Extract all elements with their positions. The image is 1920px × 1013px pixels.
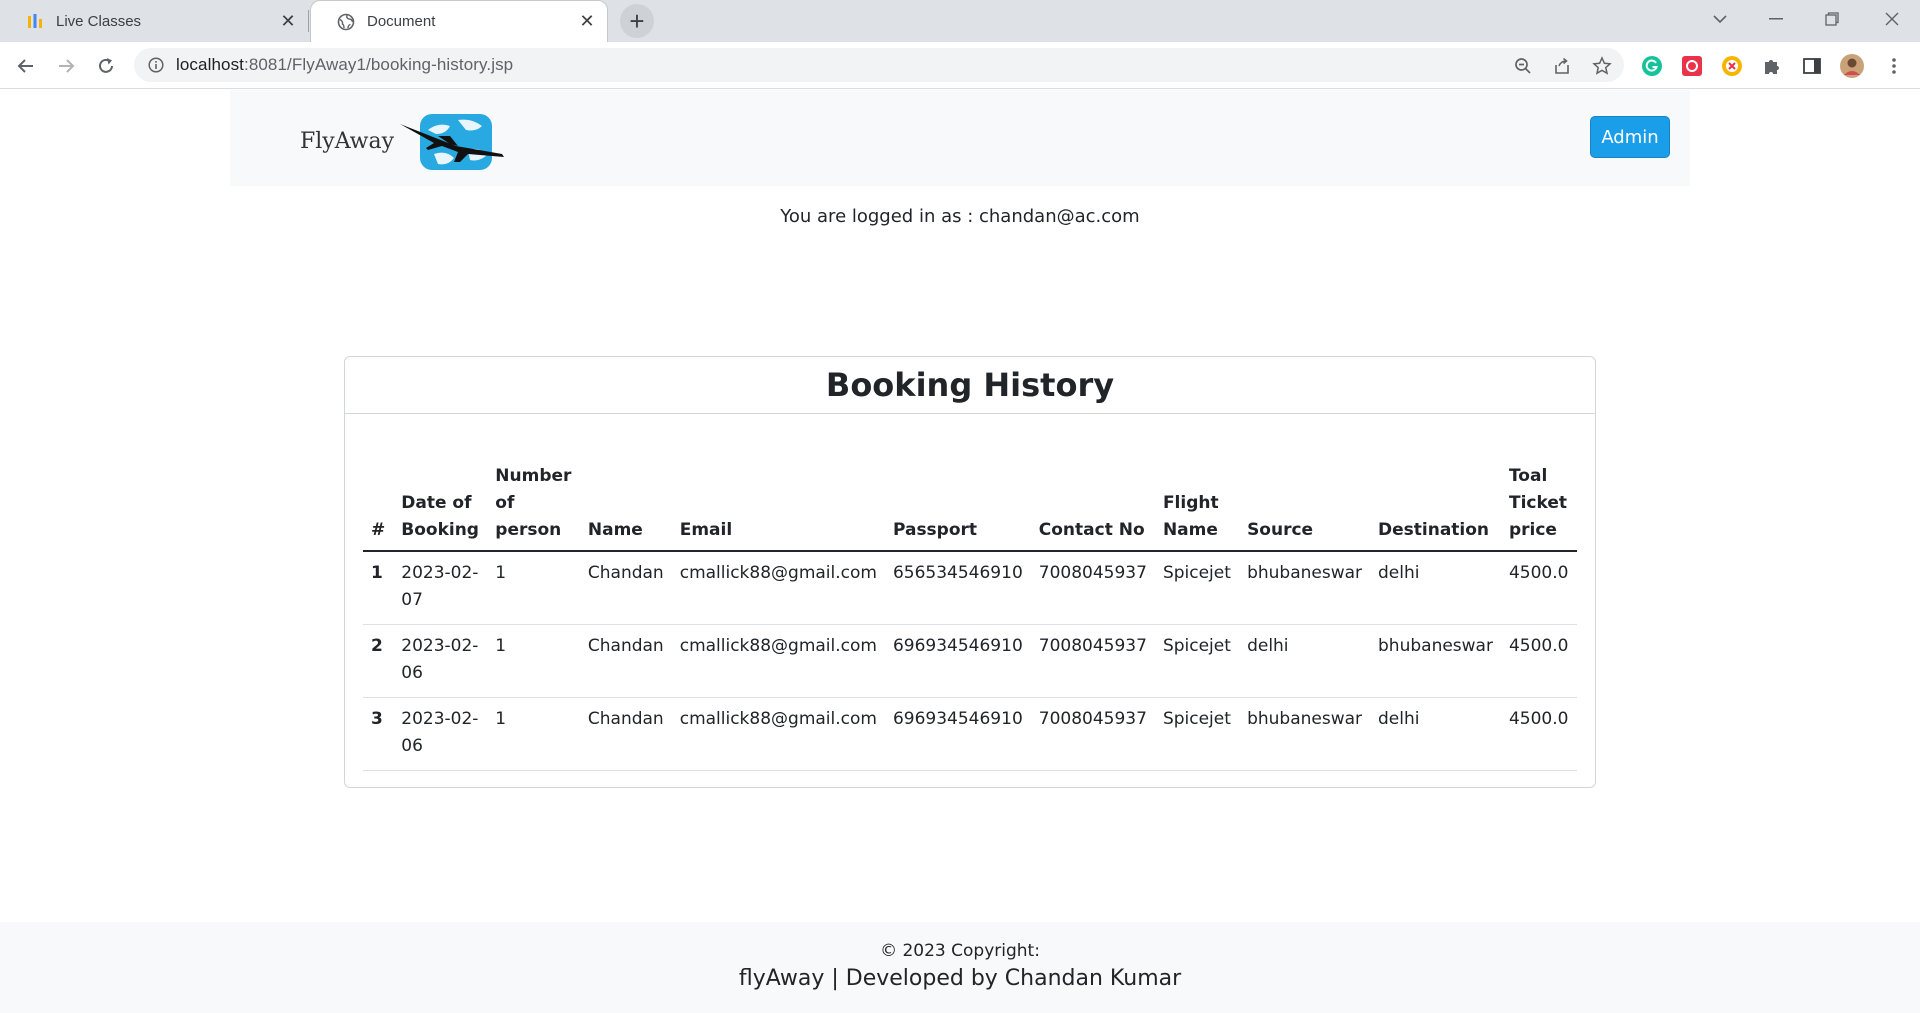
close-window-button[interactable] [1864, 0, 1920, 38]
zoom-icon[interactable] [1507, 50, 1539, 82]
passport-number: 696934546910 [884, 624, 1031, 698]
destination-city: delhi [1370, 697, 1501, 771]
contact-number: 7008045937 [1030, 697, 1155, 771]
flight-name: Spicejet [1154, 624, 1240, 698]
table-row: 1 2023-02-07 1 Chandan cmallick88@gmail.… [363, 551, 1577, 625]
page-title: Booking History [825, 366, 1115, 404]
tab-document[interactable]: Document ✕ [310, 0, 608, 42]
tab-title: Document [367, 13, 436, 30]
passenger-email: cmallick88@gmail.com [671, 697, 885, 771]
side-panel-icon[interactable] [1798, 52, 1826, 80]
back-button[interactable] [10, 50, 42, 82]
booking-date: 2023-02-06 [393, 624, 488, 698]
booking-history-table: # Date of Booking Number of person Name … [363, 431, 1577, 771]
close-icon[interactable]: ✕ [278, 11, 298, 31]
globe-icon [337, 13, 355, 30]
column-header: Date of Booking [393, 431, 488, 552]
contact-number: 7008045937 [1030, 551, 1155, 625]
brand-name: FlyAway [300, 128, 395, 154]
destination-city: delhi [1370, 551, 1501, 625]
site-navbar: FlyAway Admin [230, 90, 1690, 186]
grammarly-icon[interactable] [1638, 52, 1666, 80]
column-header: Contact No [1030, 431, 1155, 552]
reload-button[interactable] [90, 50, 122, 82]
restore-button[interactable] [1804, 0, 1860, 38]
column-header: Email [671, 431, 885, 552]
card-header: Booking History [345, 357, 1595, 414]
column-header: Flight Name [1154, 431, 1240, 552]
share-icon[interactable] [1546, 50, 1578, 82]
person-count: 1 [487, 624, 580, 698]
destination-city: bhubaneswar [1370, 624, 1501, 698]
logged-in-status: You are logged in as : chandan@ac.com [780, 206, 1140, 227]
browser-tab-strip: Live Classes ✕ Document ✕ + [0, 0, 1920, 42]
contact-number: 7008045937 [1030, 624, 1155, 698]
passport-number: 696934546910 [884, 697, 1031, 771]
source-city: bhubaneswar [1239, 551, 1371, 625]
column-header: Name [579, 431, 672, 552]
site-footer: © 2023 Copyright: flyAway | Developed by… [0, 922, 1920, 1013]
chrome-menu-icon[interactable] [1880, 52, 1908, 80]
column-header: Toal Ticket price [1500, 431, 1577, 552]
table-row: 2 2023-02-06 1 Chandan cmallick88@gmail.… [363, 624, 1577, 698]
column-header: # [363, 431, 394, 552]
table-row: 3 2023-02-06 1 Chandan cmallick88@gmail.… [363, 697, 1577, 771]
passenger-email: cmallick88@gmail.com [671, 624, 885, 698]
column-header: Source [1239, 431, 1371, 552]
flight-name: Spicejet [1154, 697, 1240, 771]
bookmark-star-icon[interactable] [1586, 50, 1618, 82]
passenger-email: cmallick88@gmail.com [671, 551, 885, 625]
table-header-row: # Date of Booking Number of person Name … [363, 431, 1577, 552]
profile-avatar[interactable] [1838, 52, 1866, 80]
page-content: FlyAway Admin You are logged in as : cha… [0, 90, 1920, 1013]
url-host: localhost [176, 55, 244, 74]
developer-credit: flyAway | Developed by Chandan Kumar [738, 966, 1182, 991]
ticket-price: 4500.0 [1500, 624, 1577, 698]
admin-button[interactable]: Admin [1590, 116, 1670, 158]
url-text[interactable]: localhost:8081/FlyAway1/booking-history.… [176, 55, 513, 75]
passenger-name: Chandan [579, 697, 672, 771]
new-tab-button[interactable]: + [620, 4, 654, 38]
ticket-price: 4500.0 [1500, 697, 1577, 771]
row-index: 3 [363, 697, 394, 771]
column-header: Destination [1370, 431, 1501, 552]
airplane-globe-logo-icon [400, 114, 505, 170]
booking-history-card: Booking History # Date of Booking Number… [344, 356, 1596, 788]
recorder-extension-icon[interactable] [1678, 52, 1706, 80]
minimize-button[interactable] [1748, 0, 1804, 38]
tab-live-classes[interactable]: Live Classes ✕ [0, 0, 308, 42]
column-header: Number of person [487, 431, 580, 552]
info-icon[interactable] [148, 57, 164, 73]
passenger-name: Chandan [579, 551, 672, 625]
booking-date: 2023-02-06 [393, 697, 488, 771]
ticket-price: 4500.0 [1500, 551, 1577, 625]
row-index: 1 [363, 551, 394, 625]
brand[interactable]: FlyAway [300, 110, 510, 172]
booking-date: 2023-02-07 [393, 551, 488, 625]
extensions-puzzle-icon[interactable] [1758, 52, 1786, 80]
tab-search-chevron-icon[interactable] [1692, 0, 1748, 38]
bar-chart-icon [28, 14, 42, 28]
address-bar[interactable]: localhost:8081/FlyAway1/booking-history.… [134, 48, 1624, 82]
browser-toolbar: localhost:8081/FlyAway1/booking-history.… [0, 42, 1920, 89]
row-index: 2 [363, 624, 394, 698]
tab-separator [308, 10, 309, 32]
tab-title: Live Classes [56, 12, 142, 30]
person-count: 1 [487, 551, 580, 625]
column-header: Passport [884, 431, 1031, 552]
passport-number: 656534546910 [884, 551, 1031, 625]
passenger-name: Chandan [579, 624, 672, 698]
url-path: :8081/FlyAway1/booking-history.jsp [244, 55, 514, 74]
copyright-text: © 2023 Copyright: [880, 941, 1040, 961]
source-city: bhubaneswar [1239, 697, 1371, 771]
coupon-extension-icon[interactable] [1718, 52, 1746, 80]
source-city: delhi [1239, 624, 1371, 698]
close-icon[interactable]: ✕ [577, 11, 597, 32]
flight-name: Spicejet [1154, 551, 1240, 625]
person-count: 1 [487, 697, 580, 771]
forward-button[interactable] [50, 50, 82, 82]
